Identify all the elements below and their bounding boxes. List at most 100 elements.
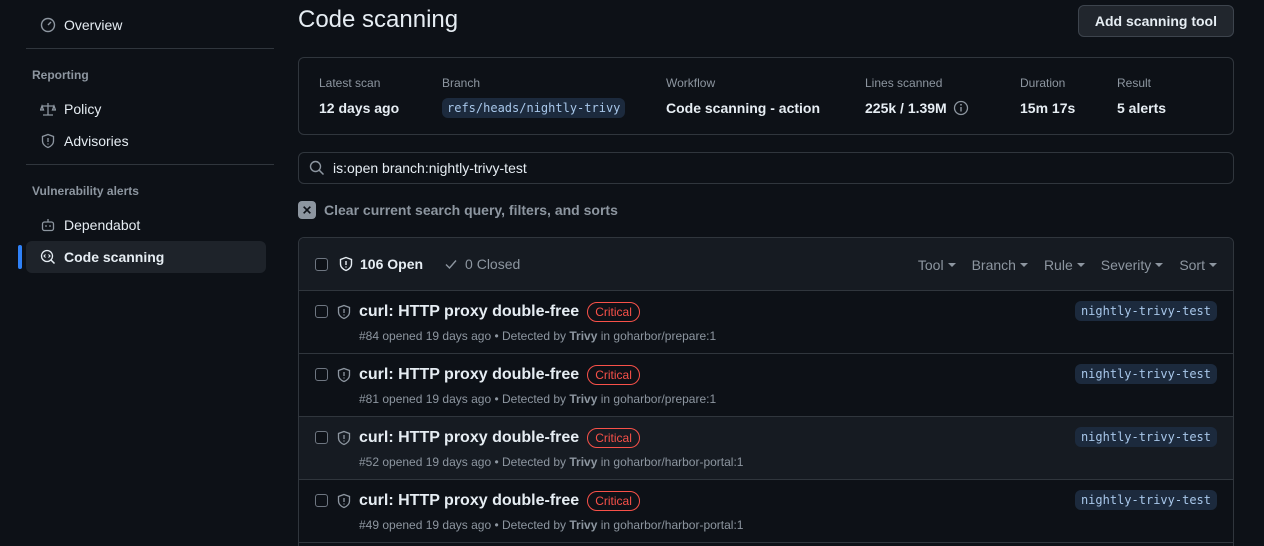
scan-lines: Lines scanned 225k / 1.39M [865,76,969,116]
sidebar-item-dependabot[interactable]: Dependabot [26,209,266,241]
sidebar-item-label: Dependabot [64,217,141,233]
shield-icon [337,493,351,509]
branch-chip[interactable]: nightly-trivy-test [1074,427,1217,447]
select-all-checkbox[interactable] [315,257,328,271]
alert-title-link[interactable]: curl: HTTP proxy double-free [359,492,579,510]
latest-scan-value: 12 days ago [319,100,400,116]
divider [26,48,274,49]
branch-label: Branch [442,76,481,90]
filter-sort[interactable]: Sort [1179,257,1217,273]
sidebar-heading-vulnerability-alerts: Vulnerability alerts [32,184,139,198]
row-checkbox[interactable] [315,431,328,444]
scan-duration: Duration 15m 17s [1020,76,1075,116]
scan-workflow: Workflow Code scanning - action [666,76,820,116]
shield-icon [337,304,351,320]
alert-row: curl: HTTP proxy double-free Critical #49… [299,480,1233,543]
alert-tool: Trivy [569,518,598,532]
search-bar[interactable] [298,152,1234,184]
law-icon [40,101,56,117]
search-input[interactable] [333,160,1213,176]
closed-count: 0 Closed [465,256,521,272]
duration-value: 15m 17s [1020,100,1076,116]
branch-chip[interactable]: nightly-trivy-test [1074,301,1217,321]
clear-filters-button[interactable]: Clear current search query, filters, and… [298,201,618,219]
filter-label: Sort [1179,256,1205,273]
alert-location: in goharbor/harbor-portal:1 [597,518,744,532]
severity-badge: Critical [587,428,640,448]
filter-label: Rule [1043,256,1073,273]
sidebar-item-policy[interactable]: Policy [26,93,266,125]
alert-location: in goharbor/prepare:1 [597,392,717,406]
alert-meta-prefix: #84 opened 19 days ago • Detected by [359,329,570,343]
alert-meta: #81 opened 19 days ago • Detected by Tri… [359,392,716,406]
latest-scan: Latest scan 12 days ago [319,76,399,116]
alert-location: in goharbor/harbor-portal:1 [597,455,744,469]
divider [26,164,274,165]
open-count: 106 Open [360,256,424,272]
filter-label: Severity [1100,256,1152,273]
add-scanning-tool-button[interactable]: Add scanning tool [1077,5,1234,37]
alert-tool: Trivy [569,392,598,406]
severity-badge: Critical [587,302,640,322]
severity-badge: Critical [587,365,640,385]
shield-icon [337,430,351,446]
filter-rule[interactable]: Rule [1044,257,1085,273]
scan-result: Result 5 alerts [1117,76,1166,116]
alert-meta-prefix: #52 opened 19 days ago • Detected by [359,455,570,469]
row-checkbox[interactable] [315,494,328,507]
alert-title-link[interactable]: curl: HTTP proxy double-free [359,429,579,447]
result-value: 5 alerts [1117,100,1167,116]
closed-filter[interactable]: 0 Closed [443,256,520,272]
sidebar-item-code-scanning[interactable]: Code scanning [18,241,266,273]
alert-tool: Trivy [569,329,598,343]
codescan-icon [40,249,56,265]
branch-chip[interactable]: nightly-trivy-test [1074,490,1217,510]
filter-bar: Tool Branch Rule Severity Sort [902,238,1217,291]
sidebar-item-label: Overview [64,17,123,33]
alerts-header: 106 Open 0 Closed Tool Branch Rule Sever… [299,238,1233,291]
branch-chip[interactable]: nightly-trivy-test [1074,364,1217,384]
alert-title-link[interactable]: curl: HTTP proxy double-free [359,366,579,384]
sidebar-heading-reporting: Reporting [32,68,89,82]
lines-scanned-value: 225k / 1.39M [865,100,947,116]
workflow-label: Workflow [666,76,716,90]
result-label: Result [1117,76,1152,90]
meter-icon [40,17,56,33]
severity-badge: Critical [587,491,640,511]
latest-scan-label: Latest scan [319,76,381,90]
shield-icon [339,256,353,272]
filter-branch[interactable]: Branch [972,257,1028,273]
alert-meta: #84 opened 19 days ago • Detected by Tri… [359,329,716,343]
scan-branch: Branch refs/heads/nightly-trivy [442,76,626,118]
alert-meta: #49 opened 19 days ago • Detected by Tri… [359,518,743,532]
filter-label: Branch [971,256,1016,273]
caret-down-icon [1076,262,1085,267]
shield-icon [337,367,351,383]
sidebar-item-advisories[interactable]: Advisories [26,125,266,157]
alert-title-link[interactable]: curl: HTTP proxy double-free [359,303,579,321]
duration-label: Duration [1020,76,1066,90]
search-icon [309,160,325,176]
row-checkbox[interactable] [315,368,328,381]
open-filter[interactable]: 106 Open [338,256,423,272]
alert-meta-prefix: #81 opened 19 days ago • Detected by [359,392,570,406]
filter-severity[interactable]: Severity [1101,257,1164,273]
clear-filters-label: Clear current search query, filters, and… [324,202,618,218]
shield-icon [40,133,56,149]
branch-chip[interactable]: refs/heads/nightly-trivy [442,98,626,118]
sidebar-item-label: Code scanning [64,249,165,265]
dependabot-icon [40,217,56,233]
alert-row: curl: HTTP proxy double-free Critical #52… [299,417,1233,480]
workflow-link[interactable]: Code scanning - action [666,100,820,116]
caret-down-icon [1209,262,1217,267]
sidebar-item-overview[interactable]: Overview [26,9,266,41]
sidebar-item-label: Policy [64,101,102,117]
filter-tool[interactable]: Tool [918,257,956,273]
alert-row: curl: HTTP proxy double-free Critical #81… [299,354,1233,417]
info-icon[interactable] [953,100,969,116]
caret-down-icon [1019,262,1028,267]
alert-meta: #52 opened 19 days ago • Detected by Tri… [359,455,743,469]
alert-location: in goharbor/prepare:1 [597,329,717,343]
alert-tool: Trivy [569,455,598,469]
row-checkbox[interactable] [315,305,328,318]
